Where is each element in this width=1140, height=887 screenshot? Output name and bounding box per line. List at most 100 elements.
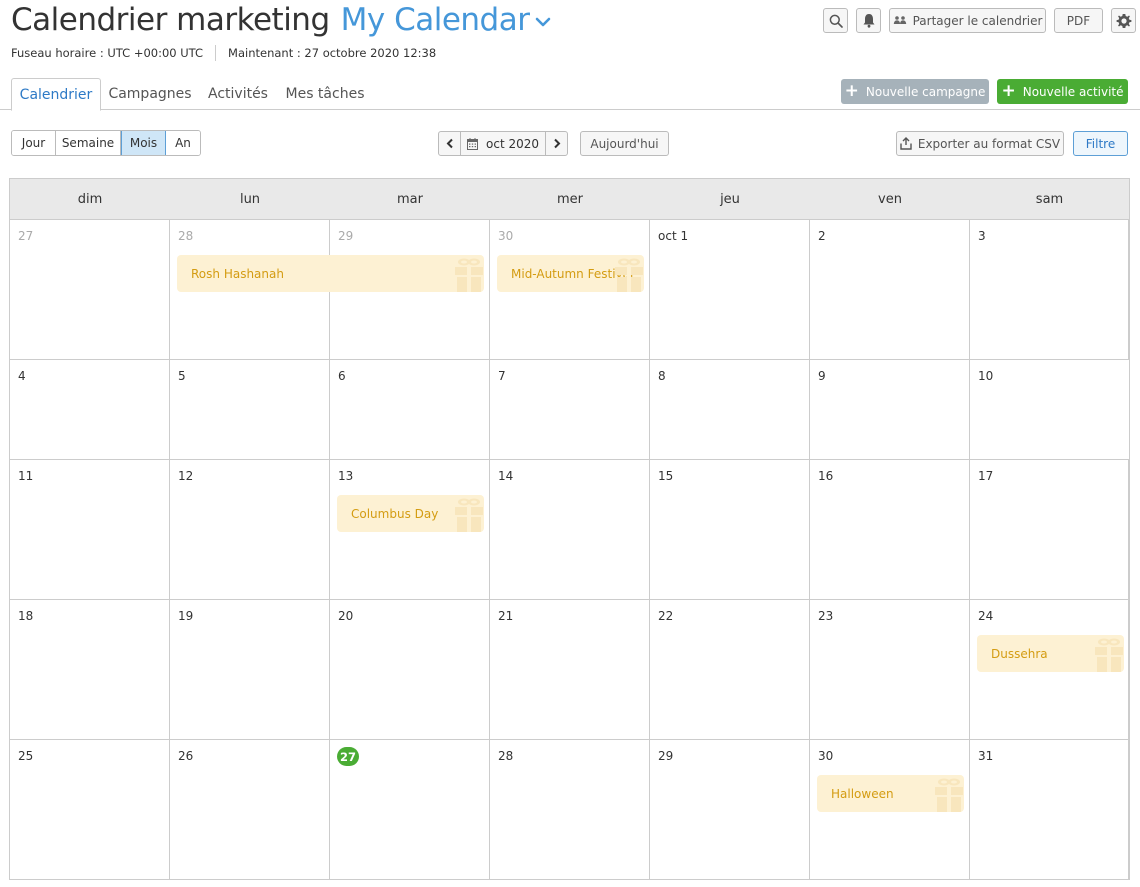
day-cell[interactable]: 11 (10, 460, 170, 599)
calendar-name: My Calendar (340, 2, 530, 38)
day-cell[interactable]: 14 (490, 460, 650, 599)
timezone-label: Fuseau horaire : UTC +00:00 UTC (11, 46, 204, 60)
day-number: 27 (18, 229, 34, 243)
day-cell[interactable]: 8 (650, 360, 810, 459)
timezone-info: Fuseau horaire : UTC +00:00 UTC Maintena… (11, 45, 436, 61)
previous-month-button[interactable] (439, 132, 460, 155)
weekday-lun: lun (239, 191, 261, 207)
share-calendar-button[interactable]: Partager le calendrier (889, 8, 1046, 33)
day-cell[interactable]: 5 (170, 360, 330, 459)
day-cell[interactable]: 6 (330, 360, 490, 459)
day-number: 23 (818, 609, 834, 623)
gift-icon (935, 778, 963, 812)
day-cell[interactable]: 18 (10, 600, 170, 739)
new-activity-button[interactable]: + Nouvelle activité (997, 79, 1128, 104)
view-day-button[interactable]: Jour (12, 131, 56, 155)
view-year-button[interactable]: An (166, 131, 200, 155)
day-cell[interactable]: 19 (170, 600, 330, 739)
chevron-right-icon (553, 138, 560, 149)
day-cell[interactable]: 16 (810, 460, 970, 599)
day-number: 13 (338, 469, 354, 483)
day-cell[interactable]: oct 1 (650, 220, 810, 359)
day-cell[interactable]: 27 (10, 220, 170, 359)
tab-mes-taches[interactable]: Mes tâches (281, 78, 369, 110)
calendar-event[interactable]: Columbus Day (337, 495, 484, 532)
day-cell[interactable]: 27 (330, 740, 490, 879)
day-number: 25 (18, 749, 34, 763)
day-number: 4 (18, 369, 26, 383)
new-campaign-button[interactable]: + Nouvelle campagne (841, 79, 989, 104)
day-number: 18 (18, 609, 34, 623)
day-number: 3 (978, 229, 986, 243)
week-row: 4 5 6 7 8 9 10 (10, 360, 1129, 460)
day-cell[interactable]: 10 (970, 360, 1129, 459)
day-number: 19 (178, 609, 194, 623)
view-switch: Jour Semaine Mois An (11, 130, 201, 156)
calendar-selector[interactable]: My Calendar (341, 2, 552, 38)
weekday-mar: mar (397, 191, 423, 207)
day-number: 26 (178, 749, 194, 763)
next-month-button[interactable] (546, 132, 567, 155)
day-cell[interactable]: 29 (650, 740, 810, 879)
search-icon (829, 14, 843, 28)
day-cell[interactable]: 22 (650, 600, 810, 739)
day-number: 15 (658, 469, 674, 483)
day-cell[interactable]: 31 (970, 740, 1129, 879)
search-button[interactable] (823, 8, 848, 33)
day-cell[interactable]: 26 (170, 740, 330, 879)
day-cell[interactable]: 15 (650, 460, 810, 599)
calendar-event[interactable]: Dussehra (977, 635, 1124, 672)
export-icon (900, 137, 912, 150)
filter-button[interactable]: Filtre (1073, 131, 1128, 156)
month-picker[interactable]: oct 2020 (460, 132, 546, 155)
calendar-event[interactable]: Mid-Autumn Festival (497, 255, 644, 292)
weekday-dim: dim (77, 191, 103, 207)
tab-campagnes[interactable]: Campagnes (104, 78, 196, 110)
settings-button[interactable] (1111, 8, 1136, 33)
day-cell[interactable]: 28 (490, 740, 650, 879)
plus-icon: + (1001, 81, 1016, 101)
day-cell[interactable]: 4 (10, 360, 170, 459)
day-number: 10 (978, 369, 994, 383)
day-cell[interactable]: 3 (970, 220, 1129, 359)
export-csv-button[interactable]: Exporter au format CSV (896, 131, 1064, 156)
day-number: 28 (498, 749, 514, 763)
current-month-label: oct 2020 (486, 136, 539, 151)
today-button[interactable]: Aujourd'hui (580, 131, 669, 156)
day-cell[interactable]: 17 (970, 460, 1129, 599)
day-cell[interactable]: 25 (10, 740, 170, 879)
day-number: 7 (498, 369, 506, 383)
day-number: 31 (978, 749, 994, 763)
week-row: 18 19 20 21 22 23 24 Dussehra (10, 600, 1129, 740)
day-cell[interactable]: 12 (170, 460, 330, 599)
day-cell[interactable]: 7 (490, 360, 650, 459)
day-number: 5 (178, 369, 186, 383)
view-week-button[interactable]: Semaine (56, 131, 121, 155)
day-number: 24 (978, 609, 994, 623)
day-cell[interactable]: 2 (810, 220, 970, 359)
day-cell[interactable]: 9 (810, 360, 970, 459)
view-month-button[interactable]: Mois (121, 131, 166, 155)
day-number: 9 (818, 369, 826, 383)
calendar-event[interactable]: Rosh Hashanah (177, 255, 484, 292)
tab-activites[interactable]: Activités (202, 78, 274, 110)
day-cell[interactable]: 21 (490, 600, 650, 739)
event-title: Columbus Day (351, 506, 439, 521)
calendar-event[interactable]: Halloween (817, 775, 964, 812)
day-cell[interactable]: 20 (330, 600, 490, 739)
day-number: oct 1 (658, 229, 689, 243)
pdf-button[interactable]: PDF (1054, 8, 1103, 33)
tab-calendrier[interactable]: Calendrier (11, 78, 101, 111)
day-number: 22 (658, 609, 674, 623)
gift-icon (1095, 638, 1123, 672)
event-title: Rosh Hashanah (191, 266, 284, 281)
page-header: Calendrier marketing My Calendar (11, 2, 551, 38)
week-row: 25 26 27 28 29 30 31 Halloween (10, 740, 1129, 879)
notifications-button[interactable] (856, 8, 881, 33)
top-actions: Partager le calendrier PDF (823, 8, 1136, 33)
day-number: 14 (498, 469, 514, 483)
day-number: 12 (178, 469, 194, 483)
month-calendar: dim lun mar mer jeu ven sam 27 28 29 30 oct 1 2 3 Ros… (9, 178, 1130, 880)
day-cell[interactable]: 23 (810, 600, 970, 739)
day-number: 8 (658, 369, 666, 383)
